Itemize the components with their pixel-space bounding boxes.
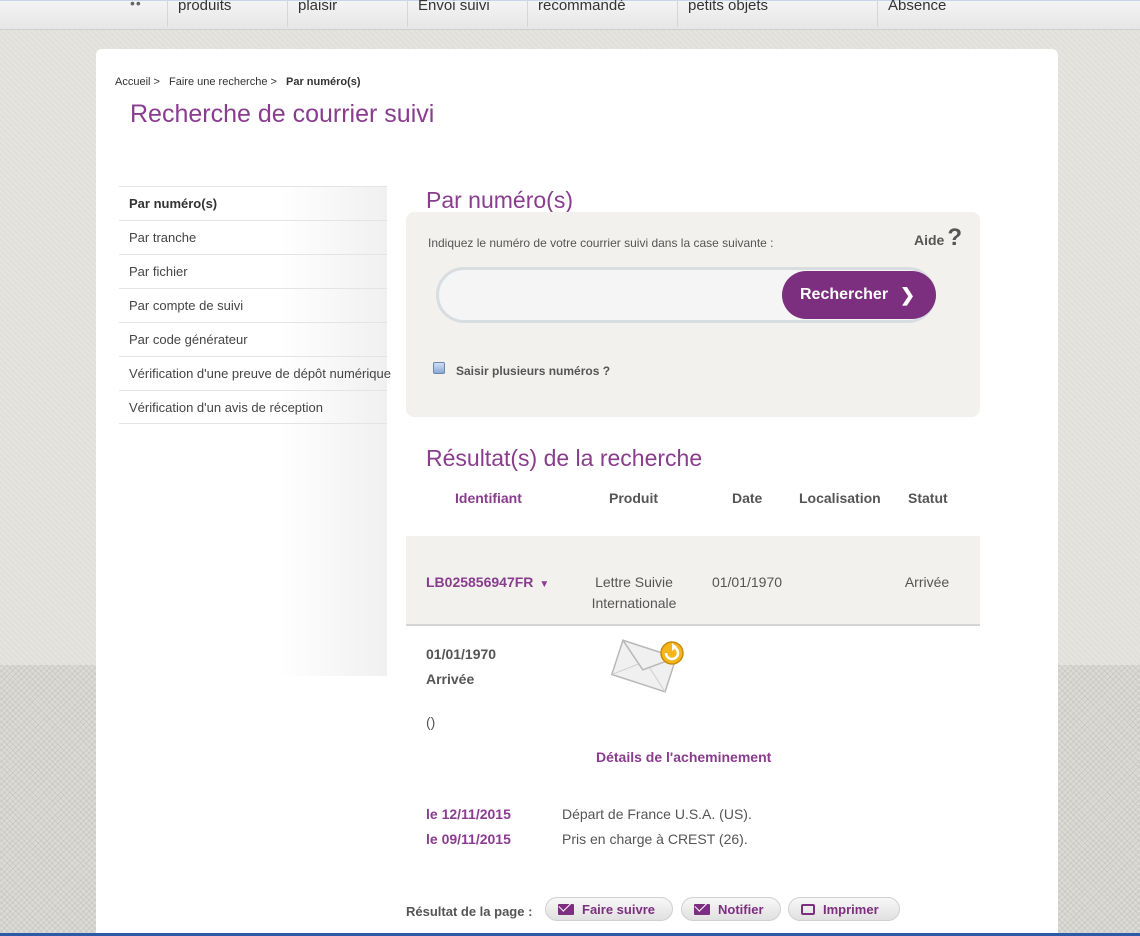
- status-cell: Arrivée: [904, 574, 950, 590]
- help-icon: ?: [947, 224, 963, 251]
- event-date: le 09/11/2015: [426, 831, 511, 847]
- help-label: Aide: [914, 232, 945, 248]
- nav-item-label: Absence: [888, 0, 947, 14]
- multi-number-checkbox[interactable]: [433, 362, 445, 374]
- nav-item-plaisir[interactable]: plaisir: [287, 0, 407, 27]
- search-section-title: Par numéro(s): [426, 187, 573, 213]
- search-button[interactable]: Rechercher ❯: [782, 271, 936, 319]
- search-hint: Indiquez le numéro de votre courrier sui…: [428, 236, 774, 250]
- sidebar-item-avis-reception[interactable]: Vérification d'un avis de réception: [119, 390, 387, 424]
- nav-item-label: recommandé: [538, 0, 626, 14]
- table-row: LB025856947FR ▼ Lettre Suivie Internation…: [406, 536, 980, 626]
- sidebar-item-par-fichier[interactable]: Par fichier: [119, 254, 387, 288]
- notify-button-label: Notifier: [718, 901, 764, 917]
- date-cell: 01/01/1970: [711, 574, 783, 590]
- detail-date: 01/01/1970: [426, 646, 497, 662]
- search-box: Indiquez le numéro de votre courrier sui…: [406, 212, 980, 417]
- forward-button-label: Faire suivre: [582, 901, 655, 917]
- printer-icon: [801, 903, 815, 915]
- sidebar-item-par-code[interactable]: Par code générateur: [119, 322, 387, 356]
- results-title: Résultat(s) de la recherche: [426, 445, 703, 471]
- nav-item-label: produits: [178, 0, 232, 14]
- column-header-localisation: Localisation: [799, 490, 881, 506]
- nav-item-label: plaisir: [298, 0, 338, 14]
- envelope-icon: [610, 639, 684, 693]
- footer-label: Résultat de la page :: [406, 904, 533, 919]
- sidebar-item-par-numero[interactable]: Par numéro(s): [119, 186, 387, 220]
- breadcrumb-home[interactable]: Accueil >: [115, 76, 160, 88]
- routing-details-title[interactable]: Détails de l'acheminement: [596, 749, 771, 765]
- mail-icon: [694, 903, 710, 915]
- sidebar-item-par-compte[interactable]: Par compte de suivi: [119, 288, 387, 322]
- nav-dots: ••: [130, 0, 142, 11]
- page-title: Recherche de courrier suivi: [130, 100, 435, 128]
- column-header-identifiant: Identifiant: [455, 490, 522, 506]
- sidebar-item-par-tranche[interactable]: Par tranche: [119, 220, 387, 254]
- breadcrumb-current: Par numéro(s): [286, 76, 361, 88]
- nav-item-label: petits objets: [688, 0, 769, 14]
- detail-status: Arrivée: [426, 671, 475, 687]
- column-header-date: Date: [732, 490, 763, 506]
- dropdown-triangle-icon: ▼: [539, 579, 550, 590]
- product-line-1: Lettre Suivie: [595, 574, 673, 590]
- breadcrumb: Accueil > Faire une recherche > Par numé…: [115, 76, 367, 88]
- tracking-id-link[interactable]: LB025856947FR ▼: [426, 574, 549, 590]
- tracking-id: LB025856947FR: [426, 574, 534, 590]
- column-header-statut: Statut: [908, 490, 948, 506]
- notify-button[interactable]: Notifier: [681, 897, 781, 921]
- forward-button[interactable]: Faire suivre: [545, 897, 673, 921]
- multi-number-label[interactable]: Saisir plusieurs numéros ?: [456, 364, 610, 378]
- search-button-label: Rechercher: [800, 286, 889, 303]
- nav-item-produits[interactable]: produits: [167, 0, 287, 27]
- event-date: le 12/11/2015: [426, 806, 511, 822]
- search-input[interactable]: [451, 276, 781, 314]
- nav-item-petits-objets[interactable]: petits objets: [677, 0, 877, 27]
- product-line-2: Internationale: [591, 595, 677, 611]
- nav-item-envoi-suivi[interactable]: Envoi suivi: [407, 0, 527, 27]
- chevron-right-icon: ❯: [900, 284, 916, 305]
- sidebar: Par numéro(s) Par tranche Par fichier Pa…: [119, 186, 391, 676]
- nav-item-absence[interactable]: Absence: [877, 0, 997, 27]
- breadcrumb-search[interactable]: Faire une recherche >: [169, 76, 277, 88]
- event-text: Pris en charge à CREST (26).: [562, 831, 748, 847]
- event-text: Départ de France U.S.A. (US).: [562, 806, 752, 822]
- detail-extra: (): [426, 714, 436, 730]
- print-button[interactable]: Imprimer: [788, 897, 900, 921]
- product-cell: Lettre Suivie Internationale: [574, 572, 694, 614]
- sidebar-item-preuve-depot[interactable]: Vérification d'une preuve de dépôt numér…: [119, 356, 391, 390]
- nav-item-label: Envoi suivi: [418, 0, 490, 14]
- nav-item-recommande[interactable]: recommandé: [527, 0, 677, 27]
- mail-icon: [558, 903, 574, 915]
- column-header-produit: Produit: [609, 490, 658, 506]
- top-navigation: •• produits plaisir Envoi suivi recomman…: [0, 0, 1140, 30]
- print-button-label: Imprimer: [823, 901, 879, 917]
- main-panel: Accueil > Faire une recherche > Par numé…: [96, 49, 1058, 936]
- help-link[interactable]: Aide?: [914, 224, 962, 252]
